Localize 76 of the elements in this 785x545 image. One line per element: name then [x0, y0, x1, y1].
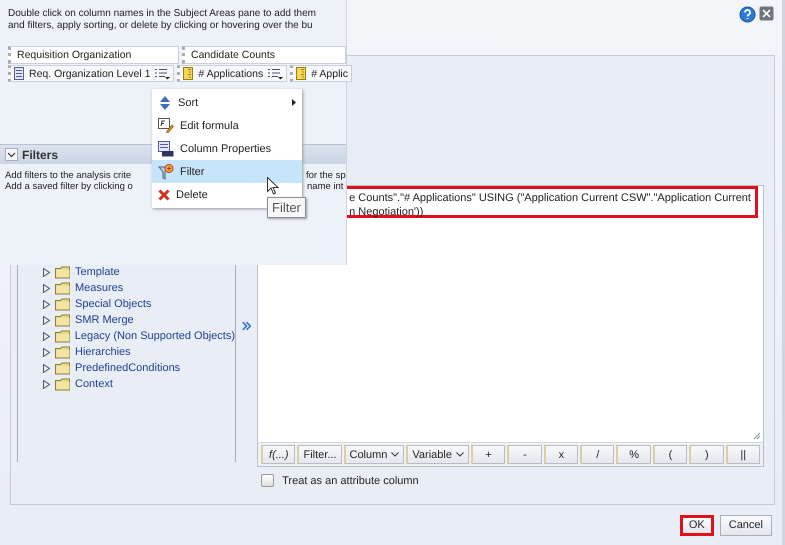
formula-edit-icon [158, 118, 174, 133]
column-menu-icon[interactable] [268, 68, 284, 80]
instruction-text: and filters, apply sorting, or delete by clicking or hovering over the bu [8, 20, 314, 32]
menu-item[interactable]: Sort [152, 91, 302, 114]
mouse-pointer-icon [267, 177, 279, 195]
folder-icon [55, 378, 71, 390]
menu-item[interactable]: Filter [152, 160, 302, 183]
sort-icon [158, 94, 172, 110]
folder-icon [54, 330, 71, 342]
caret-icon [391, 452, 400, 457]
caret-icon [456, 452, 464, 457]
toolbar-button[interactable]: Column [344, 445, 404, 464]
column-group-header: Requisition Organization [8, 46, 179, 64]
toolbar-button[interactable]: Filter... [297, 445, 342, 464]
folder-icon [55, 314, 71, 326]
column-group-header: Candidate Counts [182, 46, 346, 64]
dialog-button[interactable]: Cancel [720, 514, 772, 536]
filters-help-text: Add a saved filter by clicking o [5, 181, 133, 192]
expand-icon[interactable] [42, 300, 51, 308]
measure-column-icon [183, 67, 194, 80]
expand-icon[interactable] [42, 364, 51, 372]
checkbox[interactable] [261, 474, 274, 487]
dialog-button[interactable]: OK [680, 514, 714, 536]
folder-icon [55, 346, 71, 358]
toolbar-button[interactable]: + [470, 445, 506, 464]
tree-item[interactable]: Legacy (Non Supported Objects) [42, 328, 235, 344]
filters-help-text: for the sp [306, 170, 346, 181]
expand-icon[interactable] [42, 316, 51, 324]
tree-item[interactable]: Measures [42, 280, 235, 296]
column-chip[interactable]: Req. Organization Level 1 [8, 65, 174, 82]
expand-icon[interactable] [42, 348, 51, 356]
expand-icon[interactable] [42, 268, 51, 276]
attribute-column-icon [14, 67, 24, 80]
filter-icon [158, 164, 174, 180]
tree-item[interactable]: Template [42, 264, 235, 280]
expand-icon[interactable] [42, 284, 51, 292]
folder-icon [55, 362, 71, 374]
menu-item[interactable]: Column Properties [152, 137, 302, 160]
filters-title: Filters [22, 148, 58, 162]
resize-grip-icon[interactable] [753, 432, 761, 440]
toolbar-button[interactable]: Variable [406, 445, 469, 464]
toolbar-button[interactable]: / [580, 445, 614, 464]
close-icon[interactable] [759, 6, 774, 21]
tree-item[interactable]: PredefinedConditions [42, 360, 235, 376]
menu-item[interactable]: Edit formula [152, 114, 302, 137]
toolbar-button[interactable]: % [616, 445, 651, 464]
expand-icon[interactable] [42, 380, 51, 388]
expand-icon[interactable] [42, 332, 51, 340]
toolbar-button[interactable]: ) [689, 445, 724, 464]
toolbar-button[interactable]: || [726, 445, 760, 464]
checkbox-label: Treat as an attribute column [282, 474, 419, 486]
chevron-icon [7, 152, 16, 158]
help-icon[interactable] [739, 6, 756, 23]
toolbar-button[interactable]: - [507, 445, 542, 464]
tree-item[interactable]: Special Objects [42, 296, 235, 312]
measure-column-icon [296, 67, 306, 80]
instruction-text: Double click on column names in the Subject Areas pane to add them [8, 8, 317, 20]
column-menu-icon[interactable] [155, 68, 170, 80]
tree-item[interactable]: Context [42, 376, 235, 392]
tree-item[interactable]: SMR Merge [42, 312, 235, 328]
toolbar-button[interactable]: x [544, 445, 578, 464]
column-chip[interactable]: # Applications [177, 65, 288, 82]
collapse-toggle[interactable] [5, 148, 18, 161]
toolbar-button[interactable]: f(...) [261, 445, 296, 464]
folder-icon [55, 282, 71, 294]
add-arrow-icon[interactable] [242, 320, 252, 332]
filters-help-text: name int [307, 181, 344, 192]
folder-icon [55, 298, 71, 310]
tree-item[interactable]: Hierarchies [42, 344, 235, 360]
delete-icon [158, 188, 170, 200]
tooltip: Filter [267, 197, 306, 218]
toolbar-button[interactable]: ( [652, 445, 688, 464]
filters-help-text: Add filters to the analysis crite [5, 170, 132, 181]
folder-icon [55, 266, 71, 278]
column-chip[interactable]: # Applic [290, 65, 352, 82]
column-properties-icon [158, 140, 174, 156]
